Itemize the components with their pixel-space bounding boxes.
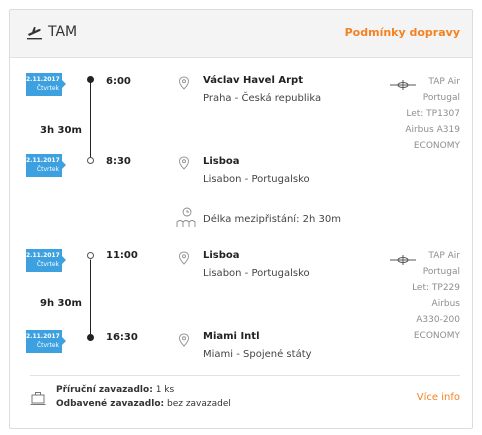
departure-time: 6:00 xyxy=(106,76,131,87)
arrival-time: 8:30 xyxy=(106,156,131,167)
departure-time: 11:00 xyxy=(106,250,138,261)
checked-baggage-row: Odbavené zavazadlo: bez zavazadel xyxy=(56,399,231,409)
date-badge: 2.11.2017 Čtvrtek xyxy=(26,330,66,353)
plane-takeoff-icon xyxy=(26,24,43,45)
aircraft-model: A330-200 xyxy=(416,315,460,325)
conditions-link[interactable]: Podmínky dopravy xyxy=(345,26,460,39)
layover-duration: Délka mezipřistání: 2h 30m xyxy=(203,214,341,225)
card-header: TAM Podmínky dopravy xyxy=(10,10,472,58)
arrival-airport: Miami Intl xyxy=(203,331,260,342)
flight-duration: 9h 30m xyxy=(40,298,82,309)
location-pin-icon xyxy=(178,75,190,94)
location-pin-icon xyxy=(178,250,190,269)
timeline-dot-arrival xyxy=(87,157,94,164)
badge-weekday: Čtvrtek xyxy=(36,166,59,173)
badge-date: 2.11.2017 xyxy=(26,252,60,259)
date-badge: 2.11.2017 Čtvrtek xyxy=(26,154,66,177)
arrival-airport: Lisboa xyxy=(203,156,240,167)
badge-weekday: Čtvrtek xyxy=(36,342,59,349)
timeline-dot-arrival xyxy=(87,334,94,341)
checked-baggage-value: bez zavazadel xyxy=(166,399,231,409)
date-badge: 2.11.2017 Čtvrtek xyxy=(26,249,66,272)
timeline-line xyxy=(90,260,91,338)
airline-line-1: TAP Air xyxy=(428,77,460,87)
flight-duration: 3h 30m xyxy=(40,125,82,136)
badge-date: 2.11.2017 xyxy=(26,76,60,83)
flight-info: TAP Air Portugal Let: TP229 Airbus A330-… xyxy=(412,248,460,344)
badge-weekday: Čtvrtek xyxy=(36,85,59,92)
departure-airport: Lisboa xyxy=(203,250,240,261)
timeline-line xyxy=(90,78,91,160)
timeline-dot-departure xyxy=(87,252,94,259)
departure-city: Praha - Česká republika xyxy=(203,93,322,104)
airline-line-1: TAP Air xyxy=(428,251,460,261)
timeline-dot-departure xyxy=(87,76,94,83)
footer-divider xyxy=(30,375,460,376)
badge-date: 2.11.2017 xyxy=(26,157,60,164)
location-pin-icon xyxy=(178,155,190,174)
cabin-baggage-label: Příruční zavazadlo: xyxy=(56,385,153,395)
airline-name: TAM xyxy=(48,24,78,40)
cabin-class: ECONOMY xyxy=(413,141,460,151)
badge-date: 2.11.2017 xyxy=(26,333,60,340)
flight-number: Let: TP229 xyxy=(412,283,460,293)
itinerary-card: TAM Podmínky dopravy 2.11.2017 Čtvrtek 6… xyxy=(9,9,473,429)
cabin-baggage-value: 1 ks xyxy=(155,385,175,395)
date-badge: 2.11.2017 Čtvrtek xyxy=(26,73,66,96)
cabin-baggage-row: Příruční zavazadlo: 1 ks xyxy=(56,385,174,395)
luggage-icon xyxy=(30,390,46,410)
arrival-city: Lisabon - Portugalsko xyxy=(203,174,310,185)
aircraft-type: Airbus A319 xyxy=(405,125,460,135)
checked-baggage-label: Odbavené zavazadlo: xyxy=(56,399,165,409)
departure-airport: Václav Havel Arpt xyxy=(203,75,303,86)
flight-info: TAP Air Portugal Let: TP1307 Airbus A319… xyxy=(405,74,460,154)
departure-city: Lisabon - Portugalsko xyxy=(203,268,310,279)
layover-clock-icon xyxy=(175,207,199,233)
flight-number: Let: TP1307 xyxy=(406,109,460,119)
arrival-time: 16:30 xyxy=(106,332,138,343)
aircraft-type: Airbus xyxy=(431,299,460,309)
cabin-class: ECONOMY xyxy=(413,331,460,341)
more-info-link[interactable]: Více info xyxy=(417,392,460,403)
airline-line-2: Portugal xyxy=(422,93,460,103)
location-pin-icon xyxy=(178,332,190,351)
airline-line-2: Portugal xyxy=(422,267,460,277)
arrival-city: Miami - Spojené státy xyxy=(203,349,312,360)
badge-weekday: Čtvrtek xyxy=(36,261,59,268)
